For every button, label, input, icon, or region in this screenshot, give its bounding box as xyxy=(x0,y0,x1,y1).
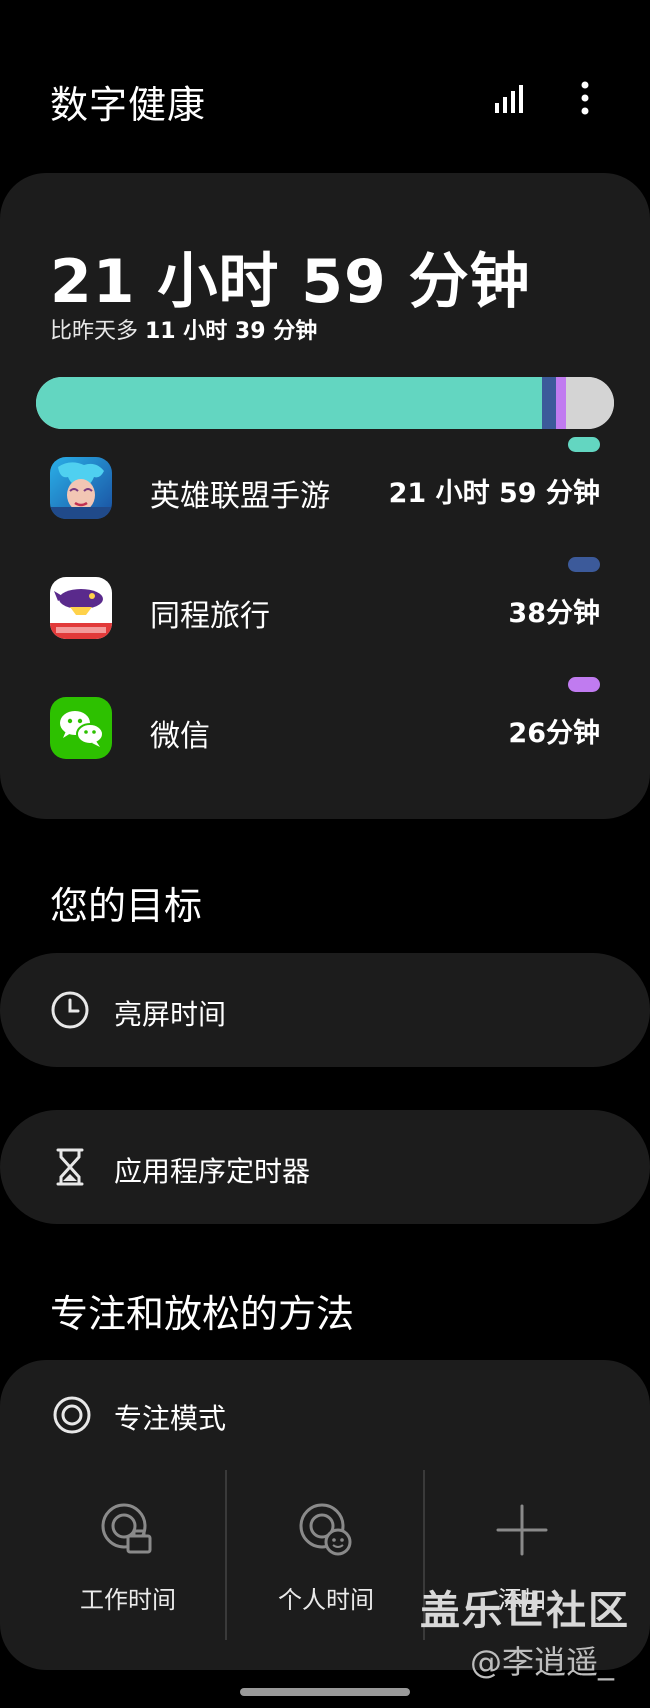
work-time-mode[interactable]: 工作时间 xyxy=(30,1460,226,1636)
focus-mode-label: 专注模式 xyxy=(114,1402,227,1435)
hourglass-icon xyxy=(50,1147,90,1187)
personal-time-icon xyxy=(296,1500,356,1560)
watermark-text: 盖乐世社区 xyxy=(420,1588,630,1634)
app-row-lol[interactable]: 英雄联盟手游 21 小时 59 分钟 xyxy=(0,437,650,547)
usage-bar-segment xyxy=(556,377,566,429)
app-row-wechat[interactable]: 微信 26分钟 xyxy=(0,677,650,787)
divider xyxy=(225,1470,227,1640)
app-timer-label: 应用程序定时器 xyxy=(114,1155,311,1188)
add-icon xyxy=(492,1500,552,1560)
app-color-dot xyxy=(568,557,600,572)
target-icon xyxy=(52,1395,92,1435)
app-name: 英雄联盟手游 xyxy=(150,479,330,514)
compare-value: 11 小时 39 分钟 xyxy=(145,319,318,344)
total-screen-time: 21 小时 59 分钟 xyxy=(50,247,531,317)
app-name: 微信 xyxy=(150,719,210,754)
app-time: 21 小时 59 分钟 xyxy=(388,478,600,509)
app-row-tongcheng[interactable]: 同程旅行 38分钟 xyxy=(0,557,650,667)
goals-section-title: 您的目标 xyxy=(50,884,203,928)
bar-chart-icon[interactable] xyxy=(490,78,530,118)
compare-yesterday: 比昨天多 11 小时 39 分钟 xyxy=(50,313,317,345)
app-color-dot xyxy=(568,677,600,692)
wechat-app-icon xyxy=(50,697,112,759)
screen-time-goal[interactable]: 亮屏时间 xyxy=(0,953,650,1067)
screen-time-label: 亮屏时间 xyxy=(114,998,227,1031)
app-color-dot xyxy=(568,437,600,452)
mode-label: 工作时间 xyxy=(80,1586,176,1614)
usage-bar-segment xyxy=(566,377,614,429)
usage-share-bar xyxy=(36,377,614,429)
watermark-handle: @李逍遥_ xyxy=(470,1643,615,1681)
compare-prefix: 比昨天多 xyxy=(50,319,145,344)
usage-summary-card[interactable]: 21 小时 59 分钟 比昨天多 11 小时 39 分钟 英雄联盟手游 21 小… xyxy=(0,173,650,819)
mode-label: 个人时间 xyxy=(278,1586,374,1614)
personal-time-mode[interactable]: 个人时间 xyxy=(228,1460,424,1636)
more-vertical-icon[interactable] xyxy=(565,78,605,118)
app-time: 38分钟 xyxy=(508,598,600,629)
app-time: 26分钟 xyxy=(508,718,600,749)
app-timer-goal[interactable]: 应用程序定时器 xyxy=(0,1110,650,1224)
clock-icon xyxy=(50,990,90,1030)
app-name: 同程旅行 xyxy=(150,599,270,634)
focus-section-title: 专注和放松的方法 xyxy=(50,1292,355,1336)
work-time-icon xyxy=(98,1500,158,1560)
league-of-legends-app-icon xyxy=(50,457,112,519)
home-indicator[interactable] xyxy=(240,1688,410,1696)
usage-bar-segment xyxy=(541,377,557,429)
tongcheng-travel-app-icon xyxy=(50,577,112,639)
page-title: 数字健康 xyxy=(50,83,207,127)
usage-bar-segment xyxy=(36,377,542,429)
